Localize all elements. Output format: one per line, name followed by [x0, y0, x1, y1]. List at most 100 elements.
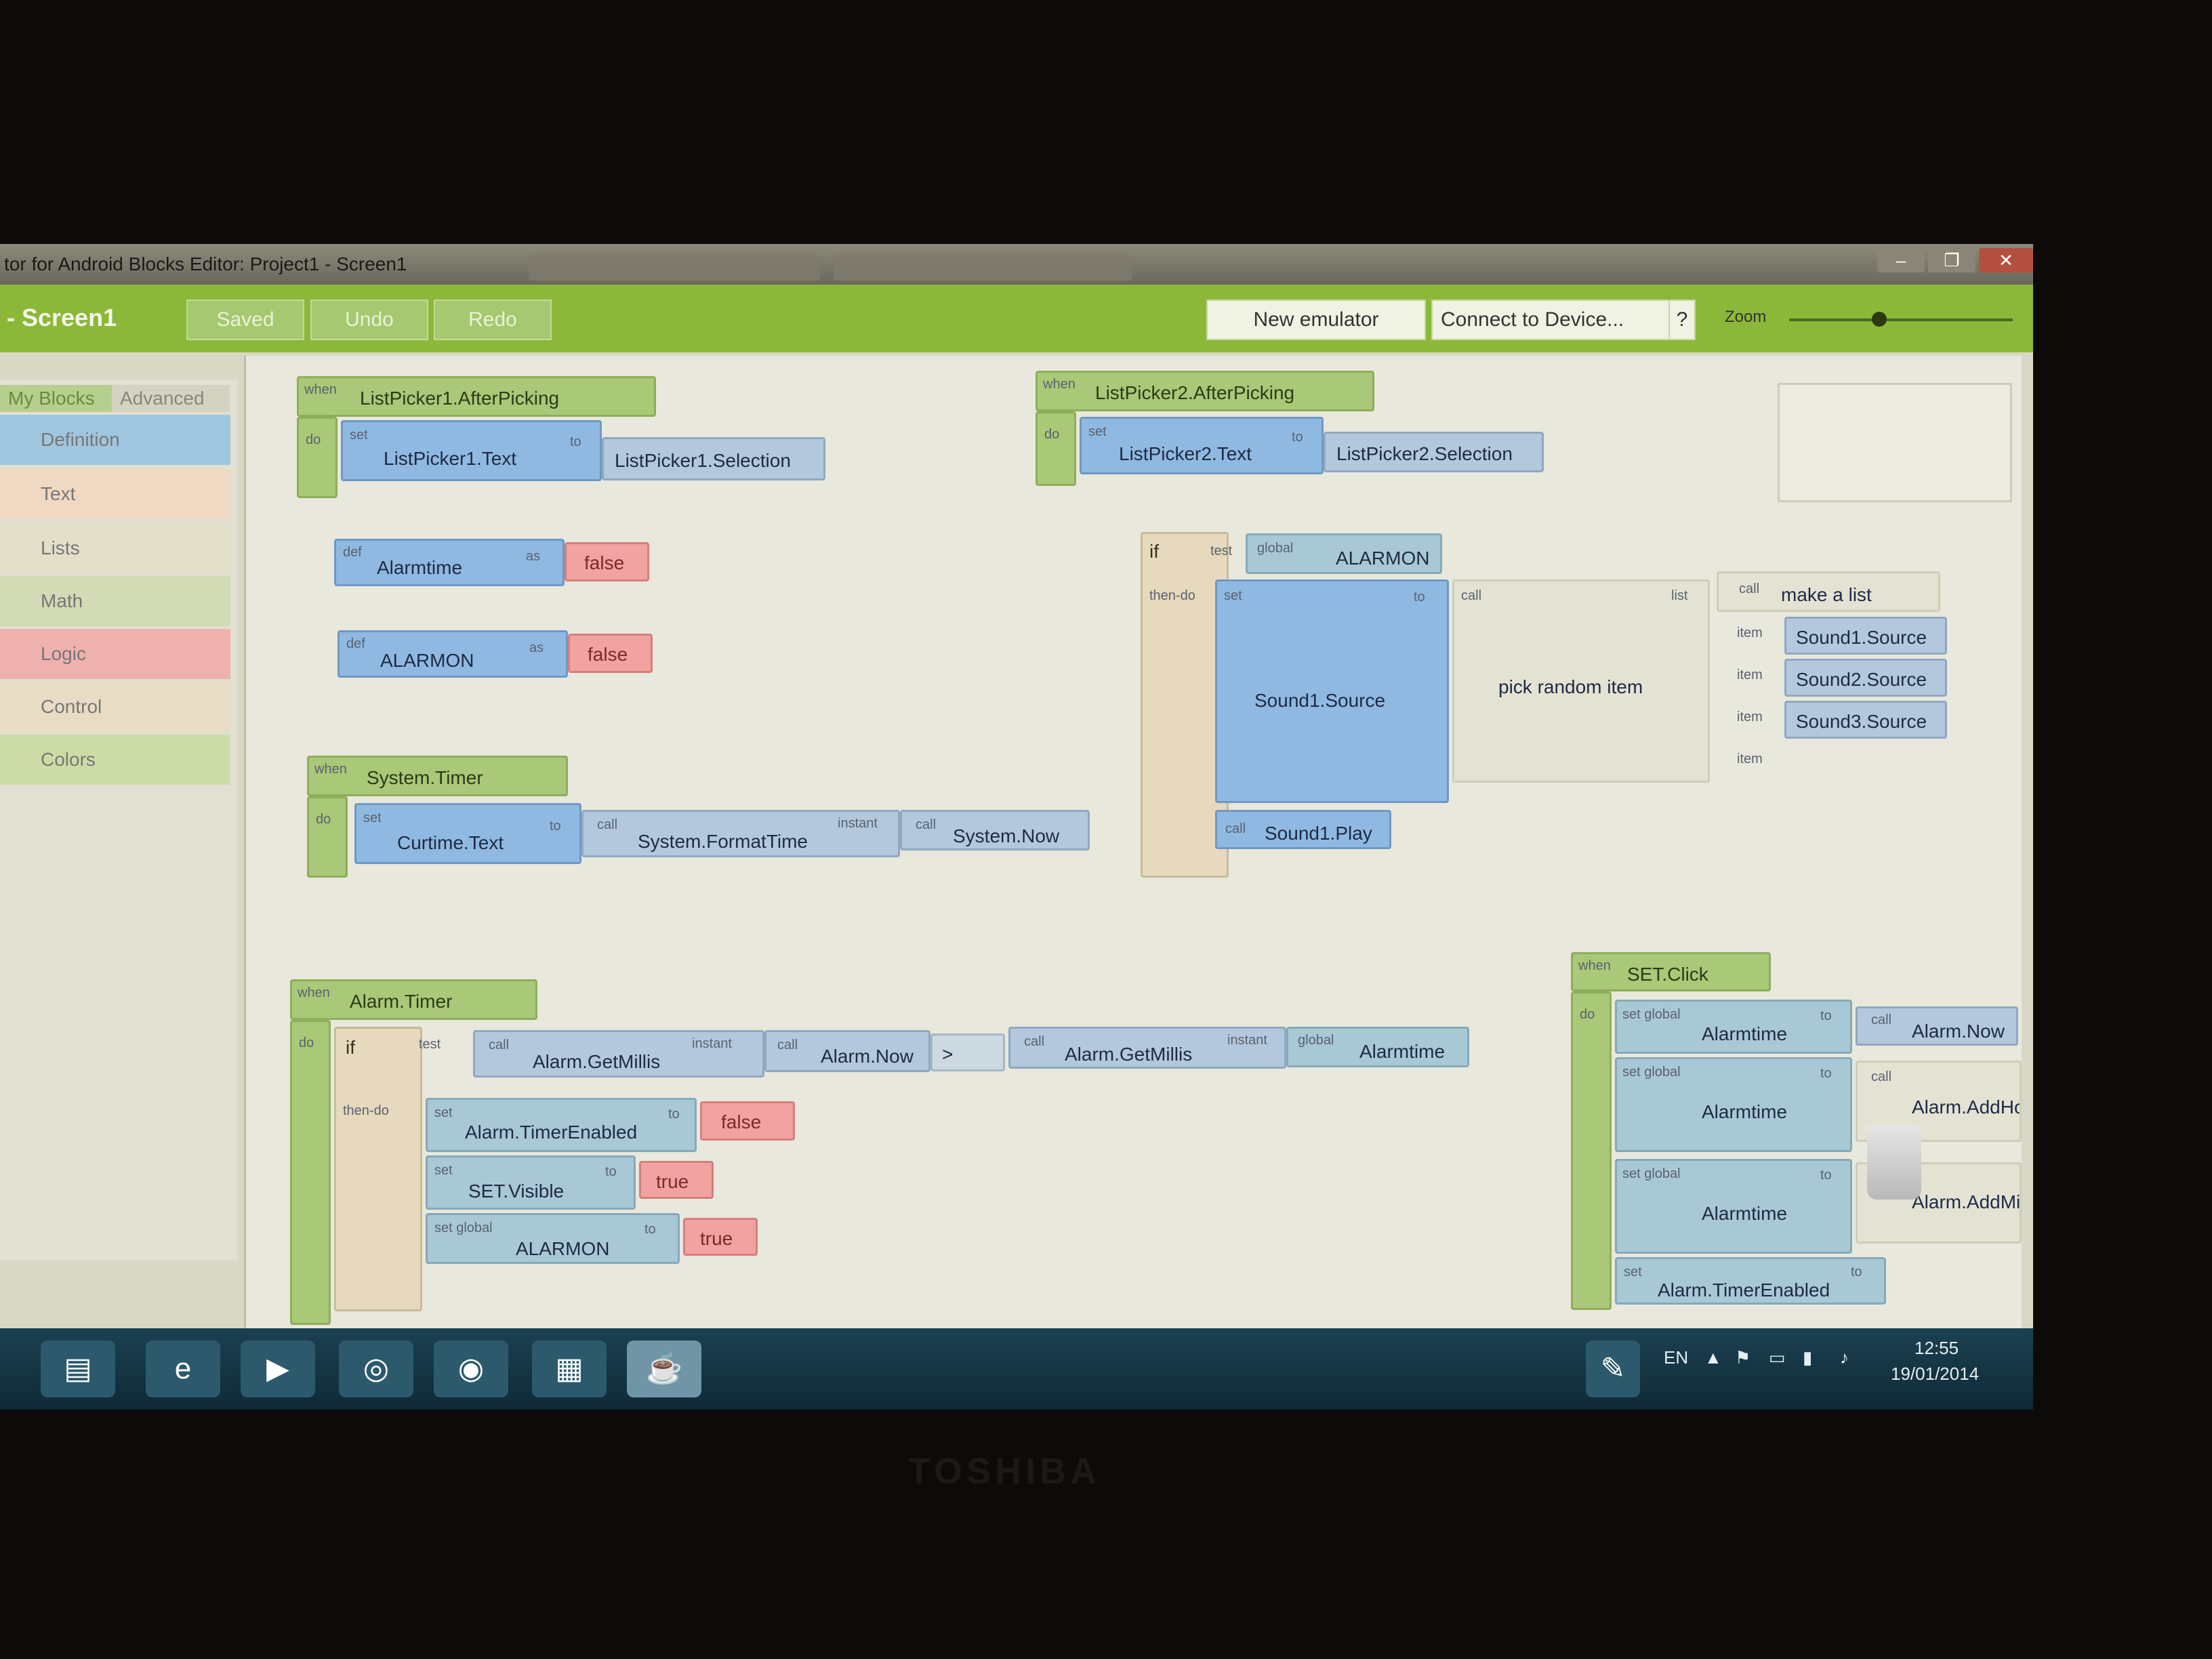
language-indicator[interactable]: EN — [1664, 1347, 1688, 1368]
getter-block[interactable]: Sound1.Source — [1784, 617, 1947, 655]
new-emulator-button[interactable]: New emulator — [1206, 300, 1426, 340]
def-block-alarmon[interactable]: def ALARMON as — [337, 630, 568, 678]
setter-block[interactable]: set global Alarmtime to — [1615, 1057, 1852, 1152]
false-block[interactable]: false — [568, 634, 653, 673]
internet-explorer-icon[interactable]: e — [146, 1340, 220, 1397]
clock-time[interactable]: 12:55 — [1914, 1338, 1959, 1359]
global-getter-block[interactable]: global ALARMON — [1246, 533, 1442, 574]
call-block[interactable]: call System.FormatTime instant — [581, 810, 900, 857]
setter-block[interactable]: set SET.Visible to — [426, 1155, 636, 1210]
function-name: Alarm.AddHou — [1912, 1097, 2020, 1118]
category-text[interactable]: Text — [0, 469, 230, 519]
keyword-set: set — [434, 1105, 453, 1120]
call-block[interactable]: call Alarm.GetMillis instant — [1008, 1027, 1286, 1069]
def-block-alarmtime[interactable]: def Alarmtime as — [334, 539, 565, 586]
compare-operator-block[interactable]: > — [930, 1033, 1005, 1071]
saved-button[interactable]: Saved — [186, 300, 304, 340]
call-block-make-list[interactable]: call make a list — [1717, 571, 1940, 612]
signal-icon[interactable]: ▮ — [1803, 1347, 1812, 1368]
volume-icon[interactable]: ♪ — [1840, 1347, 1849, 1368]
setter-block[interactable]: set Alarm.TimerEnabled to — [1615, 1257, 1886, 1305]
tab-advanced[interactable]: Advanced — [112, 385, 230, 412]
blocks-workspace[interactable]: when ListPicker1.AfterPicking do set Lis… — [244, 356, 2022, 1345]
show-hidden-icons-icon[interactable]: ▲ — [1704, 1347, 1722, 1368]
blocks-sidebar: My Blocks Advanced Definition Text Lists… — [0, 380, 237, 1261]
office-icon[interactable]: ▦ — [532, 1340, 607, 1397]
function-name: make a list — [1781, 584, 1872, 605]
keyword-call: call — [1739, 581, 1760, 596]
call-block[interactable]: call Alarm.Now — [1856, 1006, 2018, 1046]
keyword-def: def — [343, 545, 362, 560]
getter-value: ListPicker2.Selection — [1336, 443, 1513, 464]
display-icon[interactable]: ▭ — [1769, 1347, 1786, 1368]
false-block[interactable]: false — [565, 542, 649, 581]
chrome-icon[interactable]: ◉ — [434, 1340, 508, 1397]
minimize-button[interactable]: – — [1877, 248, 1925, 272]
category-math[interactable]: Math — [0, 576, 230, 626]
keyword-as: as — [526, 549, 541, 564]
zoom-slider[interactable] — [1789, 319, 2013, 321]
pen-input-icon[interactable]: ✎ — [1586, 1340, 1640, 1397]
setter-block[interactable]: set global Alarmtime to — [1615, 1000, 1852, 1054]
network-icon[interactable]: ⚑ — [1735, 1347, 1750, 1368]
laptop-brand-logo: TOSHIBA — [908, 1451, 1101, 1492]
call-block-sound-play[interactable]: call Sound1.Play — [1215, 810, 1391, 849]
true-block[interactable]: true — [683, 1218, 758, 1256]
true-block[interactable]: true — [639, 1161, 714, 1199]
setter-block[interactable]: set ListPicker2.Text to — [1080, 417, 1324, 474]
getter-block[interactable]: Sound3.Source — [1784, 701, 1947, 739]
help-button[interactable]: ? — [1668, 300, 1696, 340]
setter-block[interactable]: set Curtime.Text to — [354, 803, 581, 864]
setter-block[interactable]: set ListPicker1.Text to — [341, 420, 602, 481]
category-lists[interactable]: Lists — [0, 523, 230, 573]
call-block-pick-random[interactable]: call pick random item list — [1452, 579, 1710, 783]
call-block[interactable]: call System.Now — [900, 810, 1090, 851]
call-block[interactable]: call Alarm.Now — [764, 1030, 930, 1072]
connect-device-dropdown[interactable]: Connect to Device... — [1431, 300, 1673, 340]
event-block-listpicker2[interactable]: when ListPicker2.AfterPicking — [1036, 371, 1374, 411]
keyword-when: when — [1578, 958, 1611, 973]
event-block-alarm-timer[interactable]: when Alarm.Timer — [290, 979, 537, 1020]
category-definition[interactable]: Definition — [0, 415, 230, 465]
getter-block[interactable]: Sound2.Source — [1784, 659, 1947, 697]
keyword-call: call — [1461, 588, 1482, 603]
event-block-set-click[interactable]: when SET.Click — [1571, 952, 1771, 991]
call-block[interactable]: call Alarm.GetMillis instant — [473, 1030, 764, 1078]
setter-block[interactable]: set Alarm.TimerEnabled to — [426, 1098, 697, 1152]
maximize-button[interactable]: ❐ — [1928, 248, 1975, 272]
false-block[interactable]: false — [700, 1101, 795, 1141]
setter-block[interactable]: set to Sound1.Source — [1215, 579, 1449, 803]
redo-button[interactable]: Redo — [434, 300, 552, 340]
keyword-when: when — [298, 985, 330, 1000]
setter-target: Curtime.Text — [397, 832, 504, 853]
getter-block[interactable]: ListPicker2.Selection — [1324, 432, 1544, 472]
app-icon[interactable]: ◎ — [339, 1340, 413, 1397]
media-player-icon[interactable]: ▶ — [241, 1340, 315, 1397]
undo-button[interactable]: Undo — [310, 300, 428, 340]
keyword-set: set — [363, 811, 382, 825]
keyword-do: do — [1580, 1007, 1595, 1022]
clock-date[interactable]: 19/01/2014 — [1891, 1364, 1979, 1385]
browser-tab[interactable] — [834, 253, 1132, 281]
java-icon[interactable]: ☕ — [627, 1340, 701, 1397]
setter-block[interactable]: set global Alarmtime to — [1615, 1159, 1852, 1254]
category-logic[interactable]: Logic — [0, 629, 230, 679]
event-block-system-timer[interactable]: when System.Timer — [307, 756, 568, 796]
category-colors[interactable]: Colors — [0, 735, 230, 785]
browser-tab[interactable] — [529, 253, 820, 281]
event-name: System.Timer — [367, 767, 483, 788]
file-explorer-icon[interactable]: ▤ — [41, 1340, 115, 1397]
setter-block[interactable]: set global ALARMON to — [426, 1213, 680, 1264]
trash-icon[interactable] — [1867, 1125, 1921, 1200]
event-block-listpicker1[interactable]: when ListPicker1.AfterPicking — [297, 376, 656, 417]
workspace-minimap[interactable] — [1778, 383, 2012, 502]
tab-my-blocks[interactable]: My Blocks — [0, 385, 118, 412]
if-block[interactable]: if then-do — [334, 1027, 422, 1311]
event-do-slot: do — [290, 1020, 331, 1325]
getter-block[interactable]: ListPicker1.Selection — [602, 437, 825, 480]
zoom-slider-handle[interactable] — [1872, 312, 1887, 327]
category-control[interactable]: Control — [0, 682, 230, 732]
global-getter-block[interactable]: global Alarmtime — [1286, 1027, 1469, 1067]
keyword-call: call — [1871, 1069, 1892, 1084]
close-button[interactable]: ✕ — [1979, 248, 2033, 272]
